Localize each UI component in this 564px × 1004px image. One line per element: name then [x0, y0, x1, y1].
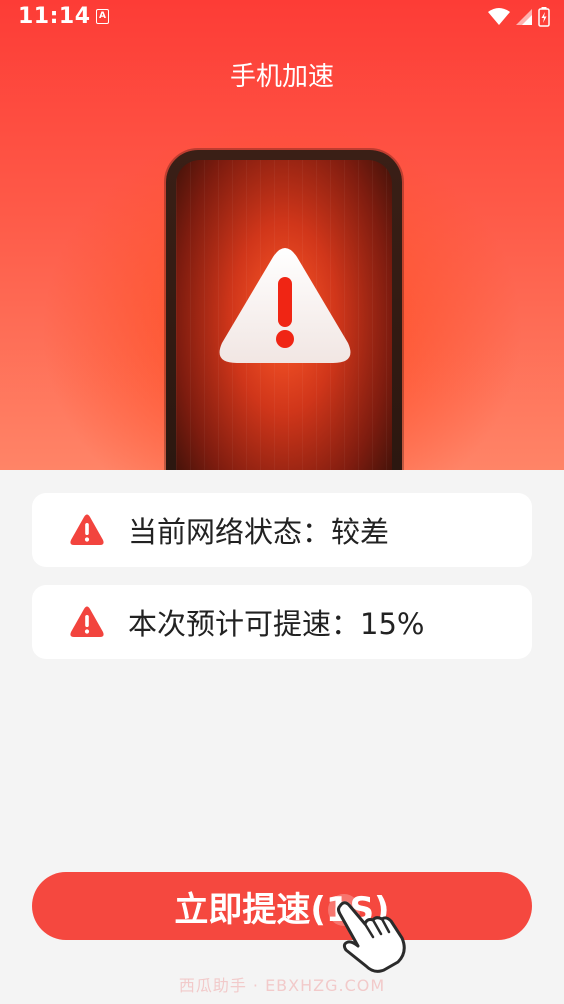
watermark: 西瓜助手 · EBXHZG.COM [178, 976, 386, 995]
pointing-hand-icon [328, 894, 406, 973]
speed-up-now-button[interactable]: 立即提速(1S) [32, 872, 532, 940]
warning-icon [70, 514, 104, 545]
wifi-icon [488, 8, 510, 25]
status-time: 11:14 [18, 4, 91, 29]
speedup-estimate-card: 本次预计可提速：15% [32, 585, 532, 659]
status-icons [488, 6, 550, 28]
notification-app-icon: A [96, 9, 109, 24]
status-bar: 11:14 A [0, 0, 564, 34]
network-status-card: 当前网络状态：较差 [32, 493, 532, 567]
page-title: 手机加速 [229, 62, 334, 92]
signal-icon [516, 9, 532, 25]
warning-triangle-icon [219, 248, 351, 363]
network-status-text: 当前网络状态：较差 [128, 515, 390, 549]
battery-icon [538, 7, 550, 27]
speedup-estimate-text: 本次预计可提速：15% [128, 607, 425, 641]
warning-icon [70, 606, 104, 637]
